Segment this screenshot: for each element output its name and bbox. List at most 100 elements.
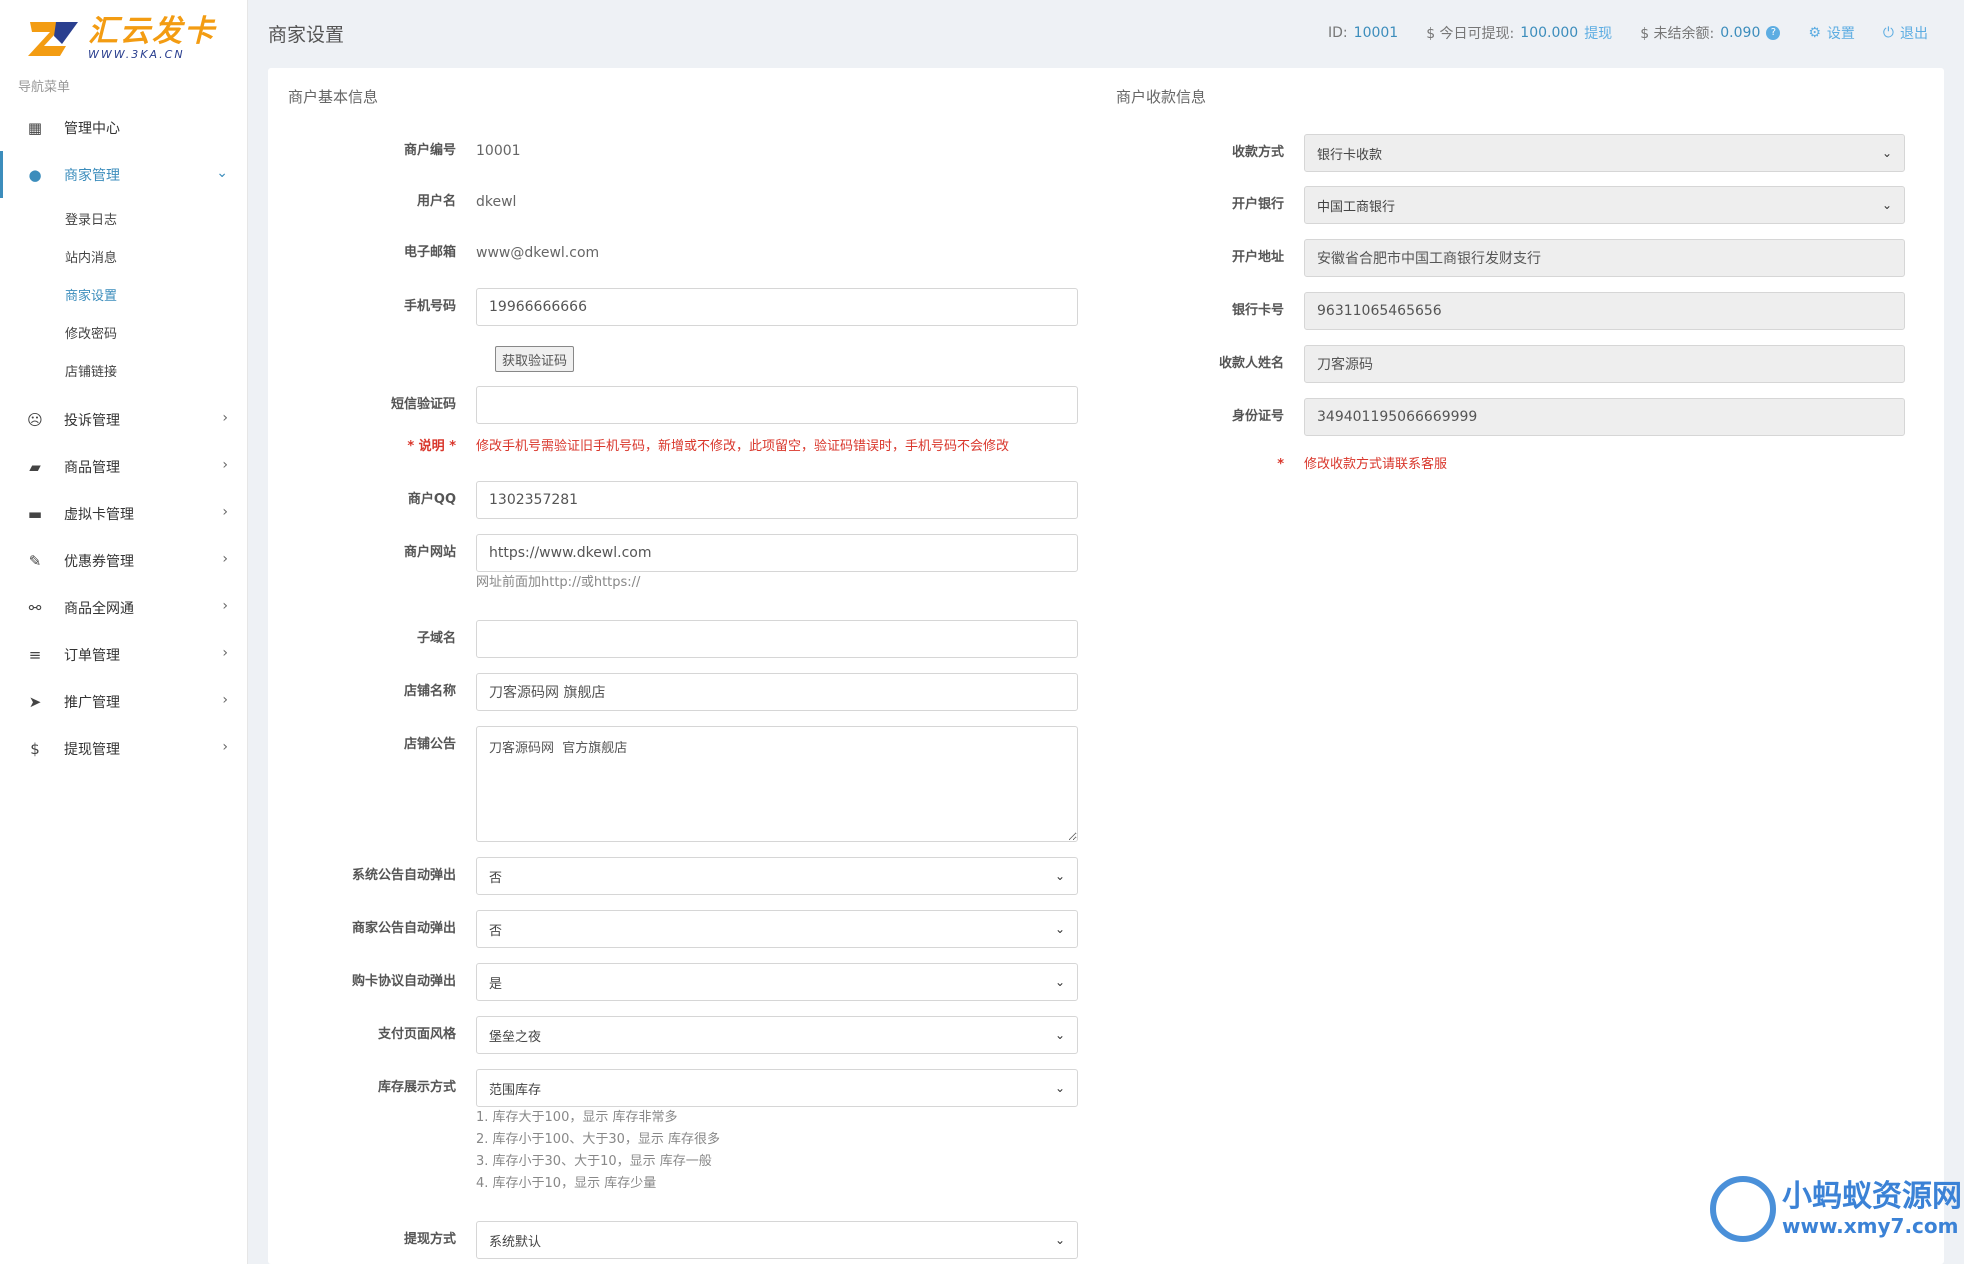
- nav-item-orders[interactable]: ≡ 订单管理 ›: [0, 631, 248, 678]
- row-shop-name: 店铺名称: [268, 673, 1078, 711]
- watermark-title: 小蚂蚁资源网: [1782, 1179, 1962, 1214]
- subdomain-label: 子域名: [416, 631, 456, 646]
- nav-item-virtual-cards[interactable]: ▬ 虚拟卡管理 ›: [0, 490, 248, 537]
- nav-item-products[interactable]: ▰ 商品管理 ›: [0, 443, 248, 490]
- row-payment-note: * 修改收款方式请联系客服: [1096, 454, 1447, 476]
- stock-display-select[interactable]: 范围库存 ⌄: [476, 1069, 1078, 1107]
- shop-notice-textarea[interactable]: 刀客源码网 官方旗舰店: [476, 726, 1078, 842]
- username-label: 用户名: [416, 194, 456, 209]
- website-input[interactable]: [476, 534, 1078, 572]
- nav-header: 导航菜单: [18, 80, 71, 95]
- payment-method-select[interactable]: 银行卡收款 ⌄: [1304, 134, 1905, 172]
- sys-popup-label: 系统公告自动弹出: [351, 868, 456, 883]
- stock-hint-4: 4. 库存小于10，显示 库存少量: [476, 1176, 657, 1191]
- sys-popup-select[interactable]: 否 ⌄: [476, 857, 1078, 895]
- nav-item-label: 投诉管理: [64, 412, 120, 429]
- stock-hint-2: 2. 库存小于100、大于30，显示 库存很多: [476, 1132, 721, 1147]
- dollar-icon: $: [30, 739, 40, 758]
- agreement-popup-select[interactable]: 是 ⌄: [476, 963, 1078, 1001]
- withdraw-link[interactable]: 提现: [1584, 23, 1612, 43]
- nav-item-complaints[interactable]: ☹ 投诉管理 ›: [0, 396, 248, 443]
- power-icon[interactable]: ⏻: [1883, 25, 1894, 41]
- subnav-item-shop-link[interactable]: 店铺链接: [0, 354, 248, 392]
- bank-label: 开户银行: [1231, 197, 1284, 212]
- nav-item-coupons[interactable]: ✎ 优惠券管理 ›: [0, 537, 248, 584]
- row-subdomain: 子域名: [268, 620, 1078, 658]
- select-value: 是: [489, 976, 503, 992]
- subnav-item-login-log[interactable]: 登录日志: [0, 202, 248, 240]
- settings-link[interactable]: 设置: [1827, 23, 1855, 43]
- row-get-code: 获取验证码: [495, 346, 575, 372]
- note-star: *: [1277, 457, 1284, 472]
- row-card-no: 银行卡号: [1096, 292, 1905, 330]
- subnav-item-merchant-settings[interactable]: 商家设置: [0, 278, 248, 316]
- sms-code-input[interactable]: [476, 386, 1078, 424]
- payee-label: 收款人姓名: [1218, 356, 1284, 371]
- email-value: www@dkewl.com: [476, 245, 600, 261]
- nav-item-label: 商品管理: [64, 459, 120, 476]
- nav-item-withdrawals[interactable]: $ 提现管理 ›: [0, 725, 248, 772]
- basic-info-title: 商户基本信息: [288, 88, 379, 106]
- agreement-popup-label: 购卡协议自动弹出: [351, 974, 456, 989]
- payment-method-label: 收款方式: [1231, 145, 1284, 160]
- chevron-down-icon: ⌄: [1054, 869, 1065, 883]
- select-value: 系统默认: [489, 1234, 542, 1250]
- merchant-popup-select[interactable]: 否 ⌄: [476, 910, 1078, 948]
- unsettled-value: 0.090: [1720, 25, 1761, 41]
- subdomain-input[interactable]: [476, 620, 1078, 658]
- row-stock-display: 库存展示方式 范围库存 ⌄ 1. 库存大于100，显示 库存非常多 2. 库存小…: [268, 1069, 1078, 1195]
- row-payee: 收款人姓名: [1096, 345, 1905, 383]
- chevron-right-icon: ›: [222, 551, 228, 567]
- chevron-right-icon: ›: [222, 645, 228, 661]
- select-value: 中国工商银行: [1317, 199, 1396, 215]
- user-icon: ●: [28, 165, 42, 184]
- row-pay-style: 支付页面风格 堡垒之夜 ⌄: [268, 1016, 1078, 1054]
- nav-item-label: 商家管理: [64, 167, 120, 184]
- withdraw-method-select[interactable]: 系统默认 ⌄: [476, 1221, 1078, 1259]
- gear-icon[interactable]: ⚙: [1808, 25, 1821, 41]
- brand-logo[interactable]: 汇云发卡 WWW.3KA.CN: [26, 14, 226, 62]
- logo-mark-icon: [26, 16, 82, 60]
- row-shop-notice: 店铺公告 刀客源码网 官方旗舰店: [268, 726, 1078, 842]
- row-note: * 说明 * 修改手机号需验证旧手机号码，新增或不修改，此项留空，验证码错误时，…: [268, 436, 1009, 458]
- nav-item-label: 优惠券管理: [64, 553, 134, 570]
- phone-input[interactable]: [476, 288, 1078, 326]
- stock-hint-3: 3. 库存小于30、大于10，显示 库存一般: [476, 1154, 712, 1169]
- phone-label: 手机号码: [403, 299, 456, 314]
- card-no-label: 银行卡号: [1231, 303, 1284, 318]
- question-icon[interactable]: ?: [1766, 26, 1781, 40]
- qq-input[interactable]: [476, 481, 1078, 519]
- page-title: 商家设置: [268, 24, 345, 46]
- chevron-down-icon: ⌄: [1054, 1233, 1065, 1247]
- nav-item-dashboard[interactable]: ▦ 管理中心: [0, 104, 248, 151]
- row-username: 用户名 dkewl: [268, 183, 516, 221]
- payee-input[interactable]: [1304, 345, 1905, 383]
- row-qq: 商户QQ: [268, 481, 1078, 519]
- account-summary: ID: 10001 $ 今日可提现: 100.000 提现 $ 未结余额: 0.…: [1328, 23, 1928, 43]
- id-no-input[interactable]: [1304, 398, 1905, 436]
- nav-item-merchant[interactable]: ● 商家管理 ⌄: [0, 151, 248, 198]
- card-icon: ▬: [27, 504, 43, 523]
- id-label: ID:: [1328, 25, 1348, 41]
- stock-hint-1: 1. 库存大于100，显示 库存非常多: [476, 1110, 678, 1125]
- website-label: 商户网站: [403, 545, 456, 560]
- brand-subtitle: WWW.3KA.CN: [88, 47, 185, 61]
- subnav-item-messages[interactable]: 站内消息: [0, 240, 248, 278]
- shop-name-input[interactable]: [476, 673, 1078, 711]
- bag-icon: ▰: [29, 457, 41, 476]
- nav-item-promotion[interactable]: ➤ 推广管理 ›: [0, 678, 248, 725]
- nav-menu: ▦ 管理中心 ● 商家管理 ⌄ 登录日志 站内消息 商家设置 修改密码 店铺链接…: [0, 104, 248, 772]
- get-code-button[interactable]: 获取验证码: [495, 346, 575, 372]
- dashboard-icon: ▦: [27, 118, 43, 137]
- list-icon: ≡: [28, 645, 42, 664]
- bank-address-input[interactable]: [1304, 239, 1905, 277]
- card-no-input[interactable]: [1304, 292, 1905, 330]
- nav-item-network[interactable]: ⚯ 商品全网通 ›: [0, 584, 248, 631]
- logout-link[interactable]: 退出: [1900, 23, 1928, 43]
- chevron-right-icon: ›: [222, 739, 228, 755]
- subnav-item-change-password[interactable]: 修改密码: [0, 316, 248, 354]
- chevron-right-icon: ›: [222, 504, 228, 520]
- pay-style-select[interactable]: 堡垒之夜 ⌄: [476, 1016, 1078, 1054]
- bank-select[interactable]: 中国工商银行 ⌄: [1304, 186, 1905, 224]
- nav-item-label: 管理中心: [64, 120, 120, 137]
